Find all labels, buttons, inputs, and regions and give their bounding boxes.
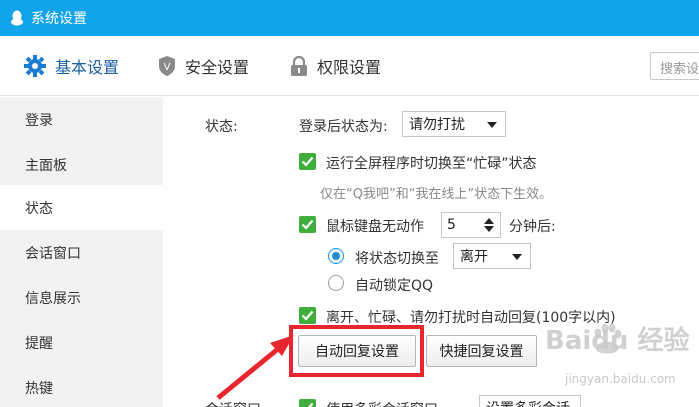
watermark-brand: Baidu 经验: [545, 326, 690, 356]
watermark-url: jingyan.baidu.com: [565, 372, 676, 386]
